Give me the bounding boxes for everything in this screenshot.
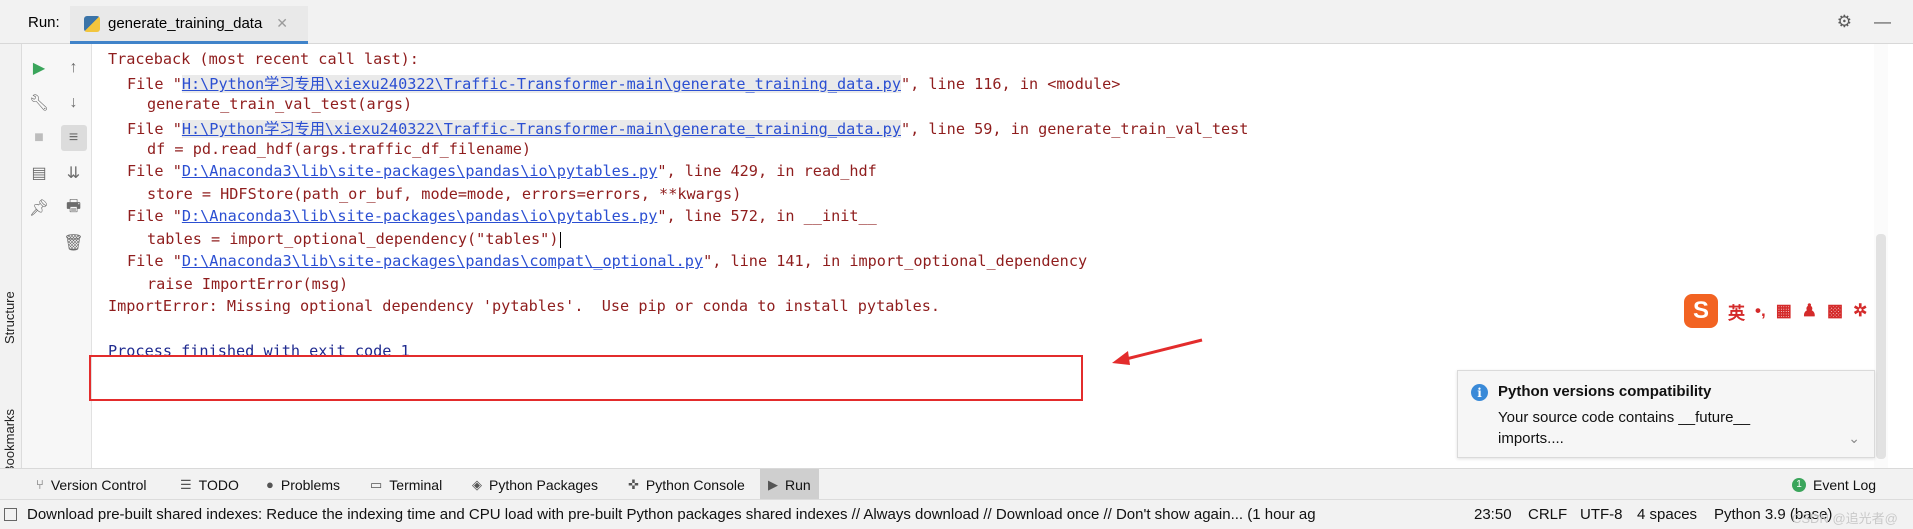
run-tab-title: generate_training_data xyxy=(108,15,263,32)
text-caret xyxy=(560,231,562,248)
tool-window-version-control[interactable]: ⑂ Version Control xyxy=(28,469,155,500)
event-log-icon: 1 xyxy=(1792,477,1806,492)
scroll-to-end-icon[interactable]: ⇊ xyxy=(61,160,87,186)
pycharm-run-window: Run: generate_training_data ✕ ⚙ — Struct… xyxy=(0,0,1913,529)
notification-title: Python versions compatibility xyxy=(1498,383,1712,400)
ime-lang-toggle[interactable]: 英 xyxy=(1728,299,1745,324)
indent-setting[interactable]: 4 spaces xyxy=(1637,506,1697,523)
console-line: store = HDFStore(path_or_buf, mode=mode,… xyxy=(147,185,742,203)
python-console-icon: ✜ xyxy=(628,476,639,492)
run-icon: ▶ xyxy=(768,476,778,492)
file-encoding[interactable]: UTF-8 xyxy=(1580,506,1623,523)
pin-icon[interactable]: 📌︎ xyxy=(26,195,52,221)
console-line: Traceback (most recent call last): xyxy=(108,50,419,68)
chevron-down-icon[interactable]: ⌄ xyxy=(1848,430,1860,447)
tool-window-bar: ⑂ Version Control ☰ TODO ● Problems ▭ Te… xyxy=(0,468,1913,500)
tool-window-python-console[interactable]: ✜ Python Console xyxy=(620,469,753,500)
console-line: raise ImportError(msg) xyxy=(147,275,349,293)
console-line: File "D:\Anaconda3\lib\site-packages\pan… xyxy=(127,207,877,225)
branch-icon: ⑂ xyxy=(36,477,44,492)
tool-window-problems[interactable]: ● Problems xyxy=(258,469,348,500)
run-toolbar-secondary: ↑ ↓ ≡ ⇊ 🖶︎ 🗑︎ xyxy=(56,44,92,468)
run-toolbar-primary: ▶ 🔧︎ ■ ▤ 📌︎ xyxy=(22,44,56,468)
left-tool-stripe: Structure Bookmarks xyxy=(0,44,22,474)
console-line: generate_train_val_test(args) xyxy=(147,95,413,113)
layout-icon[interactable]: ▤ xyxy=(26,160,52,186)
ime-user-icon[interactable]: ♟ xyxy=(1802,301,1817,321)
error-line: ImportError: Missing optional dependency… xyxy=(108,297,941,315)
console-line: File "H:\Python学习专用\xiexu240322\Traffic-… xyxy=(127,75,1121,93)
print-icon[interactable]: 🖶︎ xyxy=(61,195,87,221)
file-link[interactable]: D:\Anaconda3\lib\site-packages\pandas\io… xyxy=(182,162,657,180)
close-icon[interactable]: ✕ xyxy=(276,15,288,32)
stop-icon[interactable]: ■ xyxy=(26,125,52,151)
sogou-logo-icon[interactable]: S xyxy=(1684,294,1718,328)
console-line: File "D:\Anaconda3\lib\site-packages\pan… xyxy=(127,252,1088,270)
soft-wrap-icon[interactable]: ≡ xyxy=(60,125,87,151)
problems-icon: ● xyxy=(266,477,274,492)
run-panel-header: Run: generate_training_data ✕ ⚙ — xyxy=(0,0,1913,44)
structure-tab[interactable]: Structure xyxy=(2,291,17,344)
console-line: tables = import_optional_dependency("tab… xyxy=(147,230,562,248)
file-link[interactable]: H:\Python学习专用\xiexu240322\Traffic-Transf… xyxy=(181,120,901,138)
notification-balloon[interactable]: i Python versions compatibility Your sou… xyxy=(1457,370,1875,458)
console-scrollbar[interactable] xyxy=(1874,44,1888,468)
gear-icon[interactable]: ⚙ xyxy=(1837,12,1852,32)
terminal-icon: ▭ xyxy=(370,476,383,492)
ime-toolbar: S 英 •, ▦ ♟ ▩ ✲ xyxy=(1678,292,1874,330)
ime-punct-icon[interactable]: •, xyxy=(1755,301,1766,321)
status-bar: Download pre-built shared indexes: Reduc… xyxy=(0,499,1913,529)
status-toggle-icon[interactable] xyxy=(4,508,17,521)
arrow-down-icon[interactable]: ↓ xyxy=(61,90,87,116)
scrollbar-thumb[interactable] xyxy=(1876,234,1886,459)
red-arrow-annotation xyxy=(1112,338,1203,365)
python-file-icon xyxy=(84,15,100,32)
run-tab[interactable]: generate_training_data ✕ xyxy=(70,6,308,44)
packages-icon: ◈ xyxy=(472,476,482,492)
minimize-icon[interactable]: — xyxy=(1874,12,1891,32)
ime-skin-icon[interactable]: ✲ xyxy=(1853,301,1867,321)
tool-window-event-log[interactable]: 1 Event Log xyxy=(1784,469,1884,500)
file-link[interactable]: D:\Anaconda3\lib\site-packages\pandas\co… xyxy=(182,252,703,270)
arrow-up-icon[interactable]: ↑ xyxy=(61,55,87,81)
ime-keyboard-icon[interactable]: ▦ xyxy=(1776,301,1792,321)
tool-window-todo[interactable]: ☰ TODO xyxy=(172,469,247,500)
list-icon: ☰ xyxy=(180,476,192,492)
file-link[interactable]: H:\Python学习专用\xiexu240322\Traffic-Transf… xyxy=(181,75,901,93)
ime-apps-icon[interactable]: ▩ xyxy=(1827,301,1843,321)
bookmarks-tab[interactable]: Bookmarks xyxy=(2,409,17,474)
run-label: Run: xyxy=(28,14,60,31)
status-message[interactable]: Download pre-built shared indexes: Reduc… xyxy=(27,506,1437,523)
console-line: df = pd.read_hdf(args.traffic_df_filenam… xyxy=(147,140,532,158)
line-separator[interactable]: CRLF xyxy=(1528,506,1567,523)
console-line: File "H:\Python学习专用\xiexu240322\Traffic-… xyxy=(127,120,1249,138)
console-line: File "D:\Anaconda3\lib\site-packages\pan… xyxy=(127,162,877,180)
tool-window-python-packages[interactable]: ◈ Python Packages xyxy=(464,469,606,500)
info-icon: i xyxy=(1471,384,1488,401)
watermark: CSDN @追光者@ xyxy=(1792,511,1898,526)
rerun-icon[interactable]: ▶ xyxy=(26,55,52,81)
wrench-icon[interactable]: 🔧︎ xyxy=(26,90,52,116)
trash-icon[interactable]: 🗑︎ xyxy=(61,230,87,256)
caret-position[interactable]: 23:50 xyxy=(1474,506,1512,523)
error-highlight-box xyxy=(89,355,1083,401)
file-link[interactable]: D:\Anaconda3\lib\site-packages\pandas\io… xyxy=(182,207,657,225)
tool-window-terminal[interactable]: ▭ Terminal xyxy=(362,469,450,500)
notification-body: Your source code contains __future__ imp… xyxy=(1498,409,1751,447)
tool-window-run[interactable]: ▶ Run xyxy=(760,469,819,500)
